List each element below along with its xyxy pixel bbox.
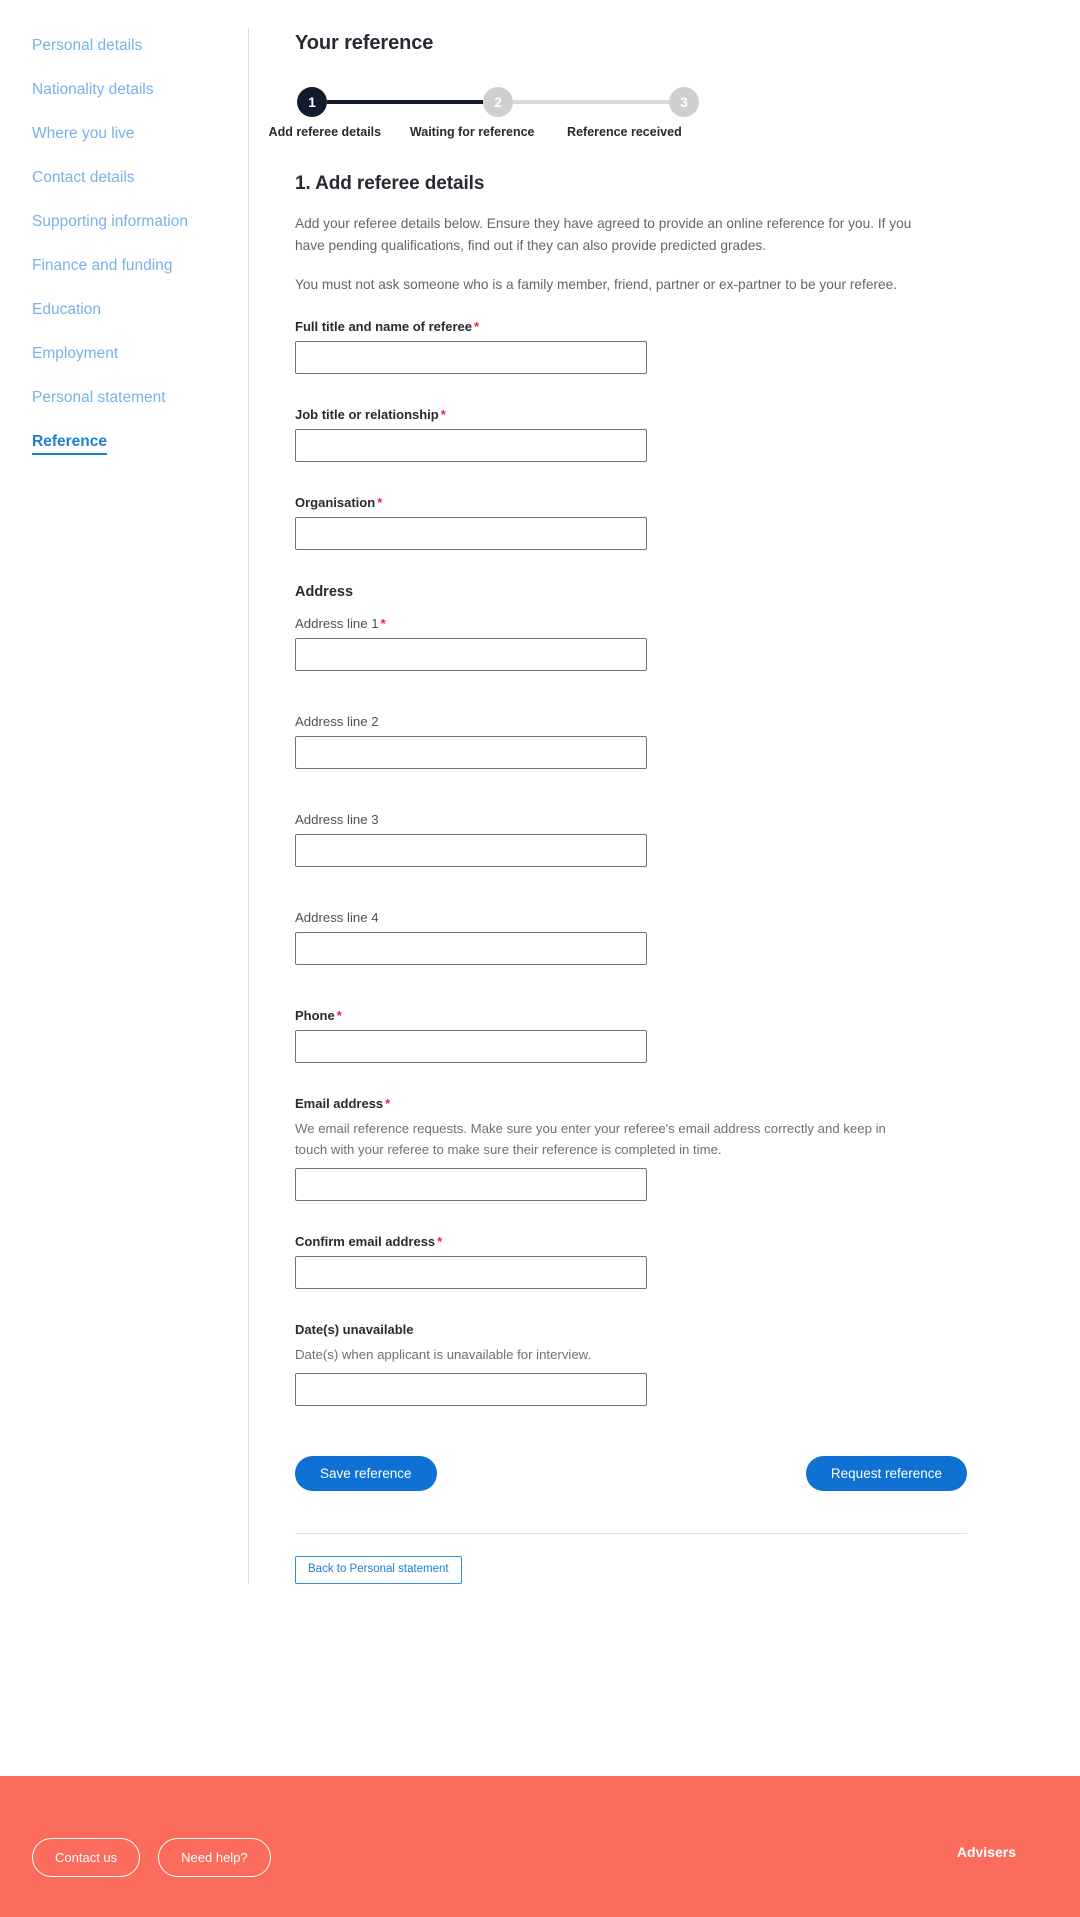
field-email-address: Email address * We email reference reques… [295, 1096, 967, 1201]
step-1-label: Add referee details [268, 125, 382, 139]
label-address-line-1: Address line 1 * [295, 616, 967, 631]
field-confirm-email-address: Confirm email address * [295, 1234, 967, 1289]
label-address-line-3: Address line 3 [295, 811, 379, 827]
site-footer: Contact us Need help? Advisers [0, 1776, 1080, 1917]
sidebar-item-personal-details[interactable]: Personal details [32, 38, 142, 54]
stepper-track: 1 2 3 [297, 85, 699, 119]
main-content: Your reference 1 2 3 Add referee details… [249, 28, 1080, 1584]
label-address-line-2: Address line 2 [295, 713, 379, 729]
back-to-personal-statement-button[interactable]: Back to Personal statement [295, 1556, 462, 1584]
label-text: Organisation [295, 494, 376, 510]
form-actions: Save reference Request reference [295, 1455, 967, 1492]
field-address-line-1: Address line 1 * [295, 616, 967, 671]
label-email-address: Email address * [295, 1096, 967, 1111]
sidebar-item-contact-details[interactable]: Contact details [32, 170, 135, 186]
stepper-labels: Add referee details Waiting for referenc… [269, 125, 699, 139]
request-reference-button[interactable]: Request reference [805, 1455, 967, 1492]
input-dates-unavailable[interactable] [295, 1372, 647, 1406]
field-address-line-2: Address line 2 [295, 714, 967, 769]
label-text: Address line 1 [295, 615, 379, 631]
hint-dates-unavailable: Date(s) when applicant is unavailable fo… [295, 1346, 592, 1362]
label-address-line-4: Address line 4 [295, 909, 379, 925]
label-confirm-email-address: Confirm email address * [295, 1234, 967, 1249]
sidebar-item-where-you-live[interactable]: Where you live [32, 126, 135, 142]
address-heading: Address [295, 583, 354, 600]
input-confirm-email-address[interactable] [295, 1255, 647, 1289]
label-dates-unavailable: Date(s) unavailable [295, 1321, 414, 1337]
section-nav-sidebar: Personal details Nationality details Whe… [0, 28, 248, 483]
required-asterisk: * [377, 494, 383, 510]
input-job-title-or-relationship[interactable] [295, 428, 647, 462]
input-address-line-3[interactable] [295, 833, 647, 867]
required-asterisk: * [440, 406, 446, 422]
sidebar-item-supporting-information[interactable]: Supporting information [32, 214, 188, 230]
step-1-node[interactable]: 1 [297, 87, 327, 117]
required-asterisk: * [437, 1233, 443, 1249]
label-organisation: Organisation * [295, 495, 967, 510]
label-text: Confirm email address [295, 1233, 436, 1249]
footer-button-group: Contact us Need help? [32, 1838, 271, 1877]
sidebar-item-employment[interactable]: Employment [32, 346, 118, 362]
required-asterisk: * [336, 1007, 342, 1023]
label-text: Email address [295, 1095, 384, 1111]
page-title: Your reference [295, 32, 434, 54]
label-text: Phone [295, 1007, 335, 1023]
field-phone: Phone * [295, 1008, 967, 1063]
field-organisation: Organisation * [295, 495, 967, 550]
hint-email-address: We email reference requests. Make sure y… [295, 1120, 886, 1157]
footer-divider [295, 1533, 967, 1535]
input-address-line-1[interactable] [295, 637, 647, 671]
sidebar-item-education[interactable]: Education [32, 302, 101, 318]
reference-progress-stepper: 1 2 3 Add referee details Waiting for re… [269, 85, 699, 139]
input-organisation[interactable] [295, 516, 647, 550]
step-3-node[interactable]: 3 [669, 87, 699, 117]
label-text: Full title and name of referee [295, 318, 472, 334]
field-address-line-4: Address line 4 [295, 910, 967, 965]
field-dates-unavailable: Date(s) unavailable Date(s) when applica… [295, 1322, 967, 1406]
step-connector-1-2 [327, 100, 483, 104]
step-3-label: Reference received [567, 125, 682, 139]
save-reference-button[interactable]: Save reference [295, 1455, 437, 1492]
step-2-node[interactable]: 2 [483, 87, 513, 117]
required-asterisk: * [385, 1095, 391, 1111]
input-email-address[interactable] [295, 1167, 647, 1201]
warning-paragraph: You must not ask someone who is a family… [295, 277, 898, 293]
required-asterisk: * [380, 615, 386, 631]
field-job-title-or-relationship: Job title or relationship * [295, 407, 967, 462]
input-phone[interactable] [295, 1029, 647, 1063]
page-content: Personal details Nationality details Whe… [0, 0, 1080, 1584]
reference-form-page: Personal details Nationality details Whe… [0, 0, 1080, 1917]
sidebar-item-reference[interactable]: Reference [32, 434, 107, 455]
required-asterisk: * [474, 318, 480, 334]
input-address-line-4[interactable] [295, 931, 647, 965]
need-help-button[interactable]: Need help? [158, 1838, 271, 1877]
label-job-title-or-relationship: Job title or relationship * [295, 407, 967, 422]
step-connector-2-3 [513, 100, 669, 104]
field-address-line-3: Address line 3 [295, 812, 967, 867]
contact-us-button[interactable]: Contact us [32, 1838, 141, 1877]
footer-advisers-heading: Advisers [956, 1844, 1016, 1860]
intro-paragraph: Add your referee details below. Ensure t… [295, 216, 912, 254]
step-2-label: Waiting for reference [409, 125, 535, 139]
label-full-title-and-name-of-referee: Full title and name of referee * [295, 319, 967, 334]
sidebar-item-personal-statement[interactable]: Personal statement [32, 390, 166, 406]
label-phone: Phone * [295, 1008, 967, 1023]
input-address-line-2[interactable] [295, 735, 647, 769]
section-title: 1. Add referee details [295, 173, 485, 194]
footer-inner: Contact us Need help? Advisers [32, 1776, 1048, 1917]
sidebar-item-nationality-details[interactable]: Nationality details [32, 82, 153, 98]
label-text: Job title or relationship [295, 406, 439, 422]
field-full-title-and-name-of-referee: Full title and name of referee * [295, 319, 967, 374]
input-full-title-and-name-of-referee[interactable] [295, 340, 647, 374]
sidebar-item-finance-and-funding[interactable]: Finance and funding [32, 258, 172, 274]
